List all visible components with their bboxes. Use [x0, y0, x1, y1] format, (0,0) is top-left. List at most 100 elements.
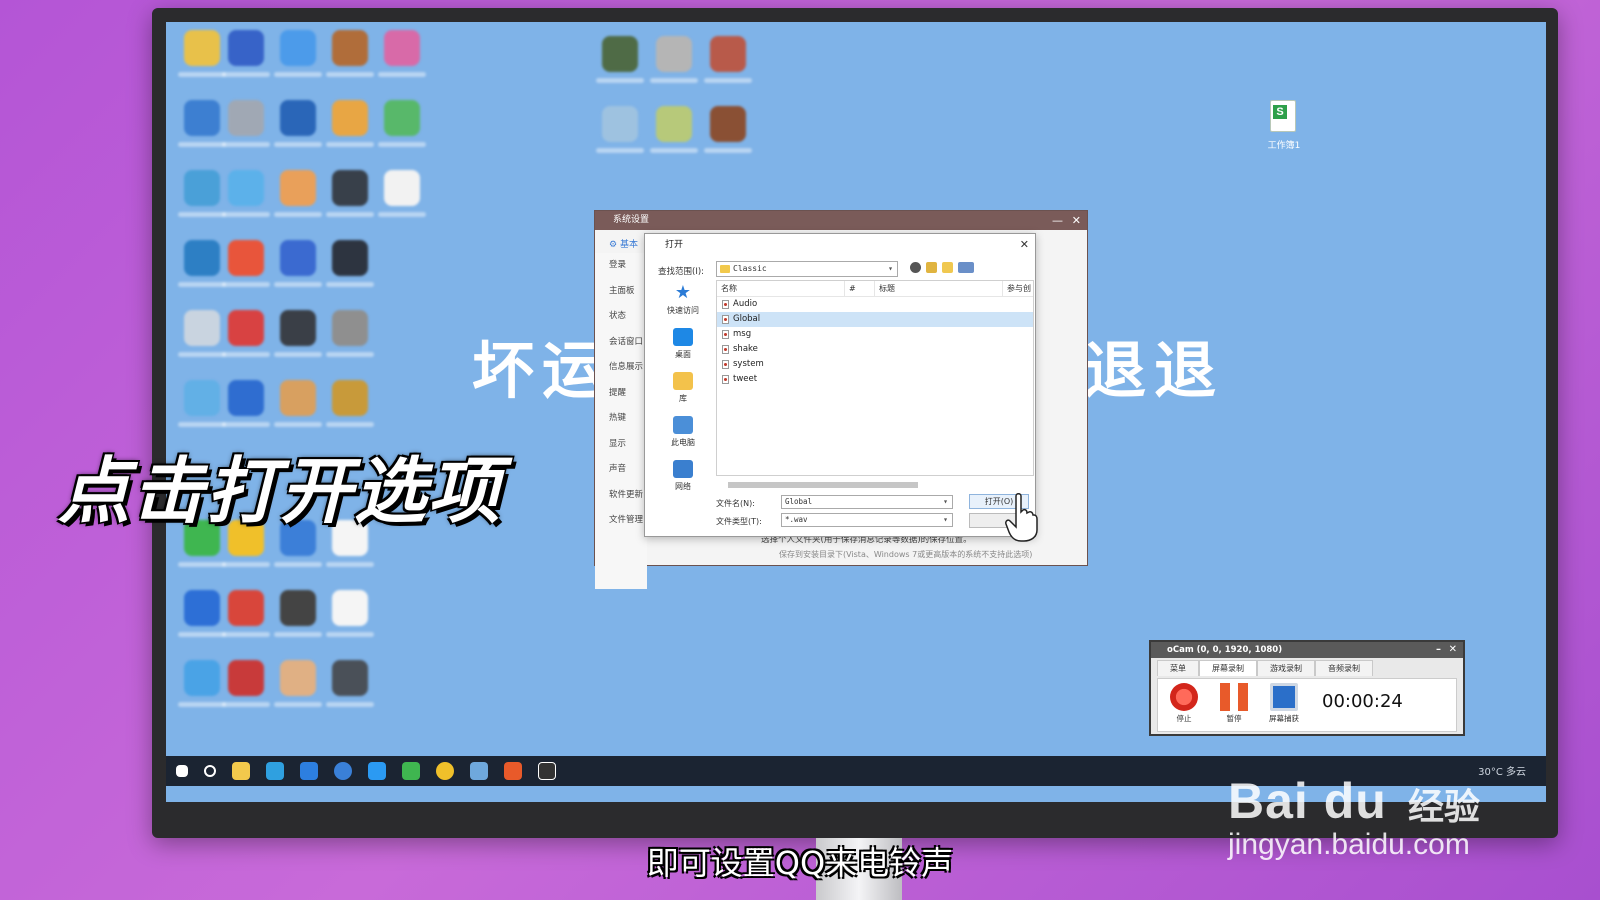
up-folder-icon[interactable] [926, 262, 937, 273]
desktop-icon[interactable] [178, 100, 226, 147]
browser-icon[interactable] [266, 762, 284, 780]
desktop-icon[interactable] [704, 36, 752, 83]
dialog-close-button[interactable]: ✕ [1020, 234, 1029, 256]
desktop-icon[interactable] [326, 660, 374, 707]
sidebar-item[interactable]: 会话窗口 [595, 330, 647, 356]
desktop-icon[interactable] [326, 380, 374, 427]
desktop-icon[interactable] [274, 240, 322, 287]
column-contributor[interactable]: 参与创 [1003, 281, 1033, 296]
spreadsheet-icon[interactable]: S [1270, 100, 1296, 132]
tab-game-record[interactable]: 游戏录制 [1257, 660, 1315, 676]
desktop-icon[interactable] [222, 380, 270, 427]
place-this-pc[interactable]: 此电脑 [651, 414, 715, 458]
desktop-icon[interactable] [274, 100, 322, 147]
sidebar-item[interactable]: 状态 [595, 304, 647, 330]
desktop-icon[interactable] [222, 310, 270, 357]
desktop-icon[interactable] [222, 30, 270, 77]
ocam-taskbar-icon[interactable] [504, 762, 522, 780]
desktop-icon[interactable] [274, 590, 322, 637]
edge-icon[interactable] [300, 762, 318, 780]
desktop-icon[interactable] [378, 100, 426, 147]
desktop-icon[interactable] [326, 240, 374, 287]
desktop-icon[interactable] [650, 106, 698, 153]
file-row[interactable]: shake [717, 342, 1033, 357]
close-button[interactable]: ✕ [1449, 642, 1457, 658]
tab-audio-record[interactable]: 音频录制 [1315, 660, 1373, 676]
sidebar-item[interactable]: 声音 [595, 457, 647, 483]
app-icon[interactable] [470, 762, 488, 780]
desktop-icon[interactable] [326, 100, 374, 147]
desktop-icon[interactable] [274, 30, 322, 77]
desktop-icon[interactable] [326, 590, 374, 637]
desktop-icon[interactable] [178, 240, 226, 287]
app-icon[interactable] [368, 762, 386, 780]
sidebar-item[interactable]: 文件管理 [595, 508, 647, 534]
desktop-icon[interactable] [596, 106, 644, 153]
file-row-selected[interactable]: Global [717, 312, 1033, 327]
minimize-button[interactable]: – [1436, 642, 1441, 658]
scrollbar-thumb[interactable] [728, 482, 918, 488]
desktop-icon[interactable] [274, 170, 322, 217]
desktop-icon[interactable] [274, 660, 322, 707]
file-explorer-icon[interactable] [232, 762, 250, 780]
file-row[interactable]: tweet [717, 372, 1033, 387]
desktop-icon[interactable] [326, 310, 374, 357]
desktop-icon[interactable] [222, 100, 270, 147]
desktop-icon[interactable] [178, 380, 226, 427]
minimize-button[interactable]: — [1052, 211, 1063, 230]
desktop-icon[interactable] [378, 30, 426, 77]
windows-start-icon[interactable] [176, 765, 188, 777]
file-row[interactable]: Audio [717, 297, 1033, 312]
search-icon[interactable] [204, 765, 216, 777]
tab-screen-record[interactable]: 屏幕录制 [1199, 660, 1257, 676]
desktop-icon[interactable] [178, 170, 226, 217]
desktop-icon[interactable] [378, 170, 426, 217]
column-name[interactable]: 名称 [717, 281, 845, 296]
desktop-icon[interactable] [222, 660, 270, 707]
desktop-icon[interactable] [274, 380, 322, 427]
desktop-icon[interactable] [274, 310, 322, 357]
desktop-icon[interactable] [178, 660, 226, 707]
sidebar-item[interactable]: 提醒 [595, 381, 647, 407]
place-desktop[interactable]: 桌面 [651, 326, 715, 370]
view-menu-icon[interactable] [958, 262, 974, 273]
place-library[interactable]: 库 [651, 370, 715, 414]
sidebar-item[interactable]: 登录 [595, 253, 647, 279]
back-icon[interactable] [910, 262, 921, 273]
sidebar-item[interactable]: 热键 [595, 406, 647, 432]
desktop-icon[interactable] [326, 30, 374, 77]
new-folder-icon[interactable] [942, 262, 953, 273]
place-quick-access[interactable]: ★ 快速访问 [651, 282, 715, 326]
pause-button[interactable]: 暂停 [1214, 683, 1254, 724]
file-row[interactable]: system [717, 357, 1033, 372]
stop-button[interactable]: 停止 [1164, 683, 1204, 724]
place-network[interactable]: 网络 [651, 458, 715, 502]
desktop-icon[interactable] [596, 36, 644, 83]
desktop-icon[interactable] [650, 36, 698, 83]
column-number[interactable]: # [845, 281, 875, 296]
desktop-icon[interactable] [178, 310, 226, 357]
sidebar-item[interactable]: 软件更新 [595, 483, 647, 509]
file-row[interactable]: msg [717, 327, 1033, 342]
horizontal-scrollbar[interactable] [716, 480, 1034, 490]
desktop-icon[interactable] [222, 240, 270, 287]
app-icon[interactable] [436, 762, 454, 780]
look-in-dropdown[interactable]: Classic ▾ [716, 261, 898, 277]
desktop-icon[interactable] [178, 590, 226, 637]
filename-input[interactable]: Global ▾ [781, 495, 953, 509]
wechat-icon[interactable] [402, 762, 420, 780]
close-button[interactable]: ✕ [1072, 211, 1081, 230]
desktop-icon[interactable] [222, 590, 270, 637]
desktop-icon[interactable] [704, 106, 752, 153]
tab-menu[interactable]: 菜单 [1157, 660, 1199, 676]
app-icon[interactable] [334, 762, 352, 780]
desktop-icon[interactable] [178, 30, 226, 77]
filetype-select[interactable]: *.wav ▾ [781, 513, 953, 527]
sidebar-item[interactable]: 显示 [595, 432, 647, 458]
desktop-icon[interactable] [326, 170, 374, 217]
column-title[interactable]: 标题 [875, 281, 1003, 296]
sidebar-item[interactable]: 信息展示 [595, 355, 647, 381]
desktop-icon[interactable] [222, 170, 270, 217]
sidebar-item[interactable]: 主面板 [595, 279, 647, 305]
screen-capture-button[interactable]: 屏幕捕获 [1264, 683, 1304, 724]
